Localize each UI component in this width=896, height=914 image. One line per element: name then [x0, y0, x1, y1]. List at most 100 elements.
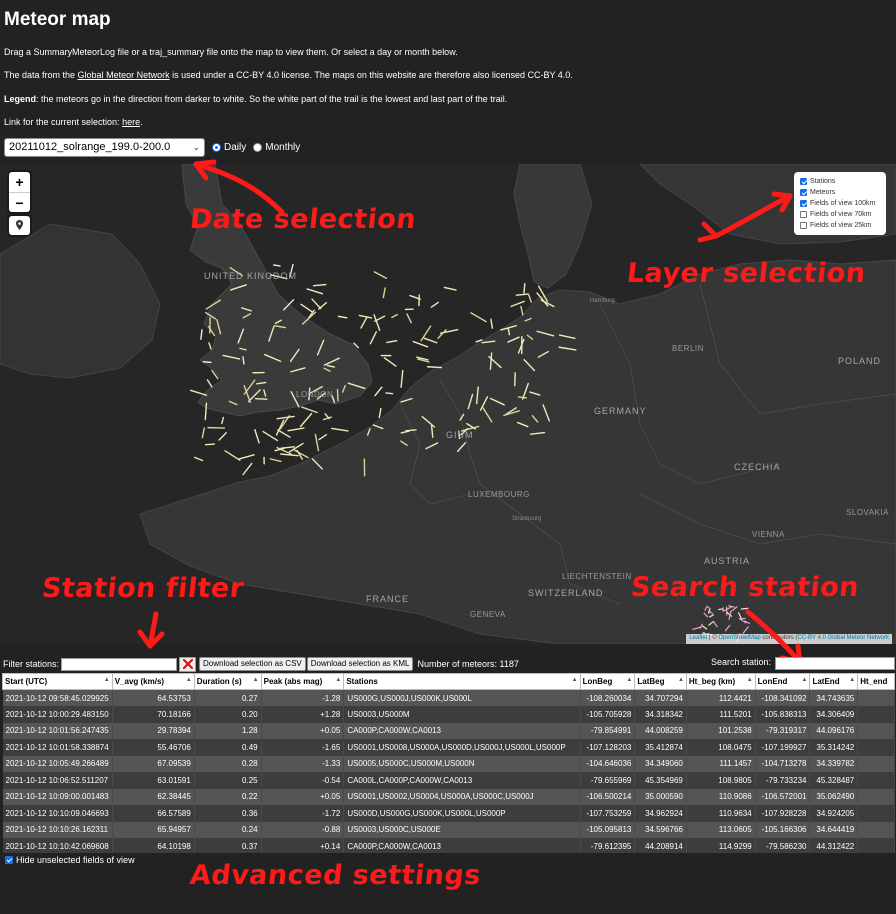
table-row[interactable]: 2021-10-12 10:01:56.247435 29.78394 1.28 +0… [2, 722, 895, 739]
table-row[interactable]: 2021-10-12 09:58:45.029925 64.53753 0.27 -1… [2, 689, 895, 706]
column-header[interactable]: Ht_end [857, 673, 895, 690]
table-cell: 64.10198 [112, 838, 195, 853]
table-cell: CA000P,CA000W,CA0013 [343, 722, 581, 739]
filter-stations-input[interactable] [61, 657, 178, 671]
table-row[interactable]: 2021-10-12 10:10:26.162311 65.94957 0.24 -0… [2, 821, 895, 838]
cc-link[interactable]: CC-BY 4.0 [797, 635, 826, 641]
daily-radio[interactable] [212, 142, 221, 152]
gmn-attrib-link[interactable]: Global Meteor Network [828, 635, 889, 641]
column-header[interactable]: Stations ▲ [343, 673, 581, 690]
column-header-label: Duration (s) [196, 677, 242, 686]
table-row[interactable]: 2021-10-12 10:00:29.483150 70.18166 0.20 +1… [2, 706, 895, 723]
table-cell: -79.854991 [580, 722, 636, 739]
table-cell: 2021-10-12 10:10:09.046693 [2, 805, 113, 822]
layer-item-2[interactable]: Fields of view 100km [800, 198, 880, 209]
table-cell: 2021-10-12 10:05:49.266489 [2, 755, 113, 772]
hide-fov-option[interactable]: Hide unselected fields of view [5, 855, 135, 865]
table-row[interactable]: 2021-10-12 10:10:42.069608 64.10198 0.37 +0… [2, 838, 895, 853]
daily-option[interactable]: Daily [212, 142, 246, 153]
permalink-label: Link for the current selection: [4, 117, 123, 127]
page-title: Meteor map [4, 9, 111, 30]
table-row[interactable]: 2021-10-12 10:10:09.046693 66.57589 0.36 -1… [2, 805, 895, 822]
close-icon [182, 659, 193, 669]
map-label-geneva: GENEVA [470, 610, 506, 619]
table-cell: 34.596766 [634, 821, 687, 838]
zoom-in-button[interactable]: + [9, 172, 30, 192]
table-cell: -105.166306 [755, 821, 811, 838]
column-header[interactable]: Duration (s) ▲ [193, 673, 262, 690]
column-header[interactable]: V_avg (km/s) ▲ [111, 673, 195, 690]
license-post: is used under a CC-BY 4.0 license. The m… [169, 70, 573, 80]
table-cell: -104.713278 [755, 755, 811, 772]
table-cell: 0.27 [194, 689, 262, 706]
layer-checkbox[interactable] [800, 189, 807, 196]
table-cell: US0005,US000C,US000M,US000N [343, 755, 581, 772]
column-header[interactable]: Start (UTC) ▲ [2, 673, 113, 690]
layer-checkbox[interactable] [800, 178, 807, 185]
hide-fov-label: Hide unselected fields of view [16, 855, 135, 865]
map-label-switzerland: SWITZERLAND [528, 588, 604, 598]
table-cell: 63.01591 [112, 772, 195, 789]
sort-icon: ▲ [185, 677, 192, 683]
column-header[interactable]: LatBeg ▲ [634, 673, 687, 690]
download-kml-button[interactable]: Download selection as KML [306, 657, 414, 671]
table-cell: -106.500214 [580, 788, 636, 805]
column-header[interactable]: LatEnd ▲ [809, 673, 859, 690]
table-cell: -0.54 [261, 772, 345, 789]
leaflet-link[interactable]: Leaflet [689, 635, 707, 641]
table-row[interactable]: 2021-10-12 10:09:00.001483 62.38445 0.22 +0… [2, 788, 895, 805]
layer-item-1[interactable]: Meteors [800, 187, 880, 198]
monthly-option[interactable]: Monthly [253, 142, 300, 153]
table-cell: 2021-10-12 10:06:52.511207 [2, 772, 113, 789]
column-header[interactable]: Ht_beg (km) ▲ [685, 673, 756, 690]
permalink-link[interactable]: here [122, 117, 140, 127]
table-cell: 35.000590 [634, 788, 687, 805]
date-select[interactable]: 20211012_solrange_199.0-200.0 ⌄ [4, 137, 205, 157]
zoom-out-button[interactable]: − [9, 192, 30, 212]
table-cell: -107.753259 [580, 805, 636, 822]
table-row[interactable]: 2021-10-12 10:01:58.338874 55.46706 0.49 -1… [2, 739, 895, 756]
table-cell: US0001,US0002,US0004,US000A,US000C,US000… [343, 788, 581, 805]
locate-button[interactable] [9, 216, 30, 235]
map-label-berlin: BERLIN [672, 344, 704, 353]
table-cell: 0.37 [194, 838, 262, 853]
legend-body: : the meteors go in the direction from d… [36, 94, 508, 104]
column-header-label: LonBeg [582, 677, 613, 686]
layer-item-3[interactable]: Fields of view 70km [800, 209, 880, 220]
table-cell [857, 739, 895, 756]
table-cell: 65.94957 [112, 821, 195, 838]
table-cell: -1.33 [261, 755, 345, 772]
search-station-input[interactable] [775, 657, 895, 670]
map-label-germany: GERMANY [594, 406, 647, 416]
table-cell: 45.328487 [809, 772, 859, 789]
table-cell: 34.743635 [809, 689, 859, 706]
layer-checkbox[interactable] [800, 211, 807, 218]
intro-text: Drag a SummaryMeteorLog file or a traj_s… [4, 47, 458, 57]
hide-fov-checkbox[interactable] [5, 856, 13, 864]
legend-label: Legend [4, 94, 37, 104]
table-cell: -105.705928 [580, 706, 636, 723]
column-header[interactable]: Peak (abs mag) ▲ [260, 673, 345, 690]
meteor-count: Number of meteors: 1187 [417, 659, 519, 669]
table-cell: 34.318342 [634, 706, 687, 723]
layer-checkbox[interactable] [800, 222, 807, 229]
table-header-row: Start (UTC) ▲ V_avg (km/s) ▲ Duration (s) ▲ Pe… [2, 673, 895, 690]
clear-filter-button[interactable] [179, 656, 197, 672]
meteor-table-container[interactable]: Start (UTC) ▲ V_avg (km/s) ▲ Duration (s) ▲ Pe… [2, 673, 895, 853]
search-station-label: Search station: [711, 657, 772, 667]
table-cell: 70.18166 [112, 706, 195, 723]
table-cell: 0.49 [194, 739, 262, 756]
download-csv-button[interactable]: Download selection as CSV [199, 657, 306, 671]
daily-label: Daily [224, 141, 247, 153]
column-header[interactable]: LonEnd ▲ [754, 673, 811, 690]
table-row[interactable]: 2021-10-12 10:06:52.511207 63.01591 0.25 -0… [2, 772, 895, 789]
monthly-radio[interactable] [253, 142, 263, 152]
layer-item-0[interactable]: Stations [800, 176, 880, 187]
attrib-contrib: contributors ( [760, 635, 798, 641]
layer-checkbox[interactable] [800, 200, 807, 207]
column-header[interactable]: LonBeg ▲ [579, 673, 636, 690]
gmn-link[interactable]: Global Meteor Network [78, 70, 170, 80]
osm-link[interactable]: OpenStreetMap [718, 635, 760, 641]
table-row[interactable]: 2021-10-12 10:05:49.266489 67.09539 0.28 -1… [2, 755, 895, 772]
layer-item-4[interactable]: Fields of view 25km [800, 220, 880, 231]
